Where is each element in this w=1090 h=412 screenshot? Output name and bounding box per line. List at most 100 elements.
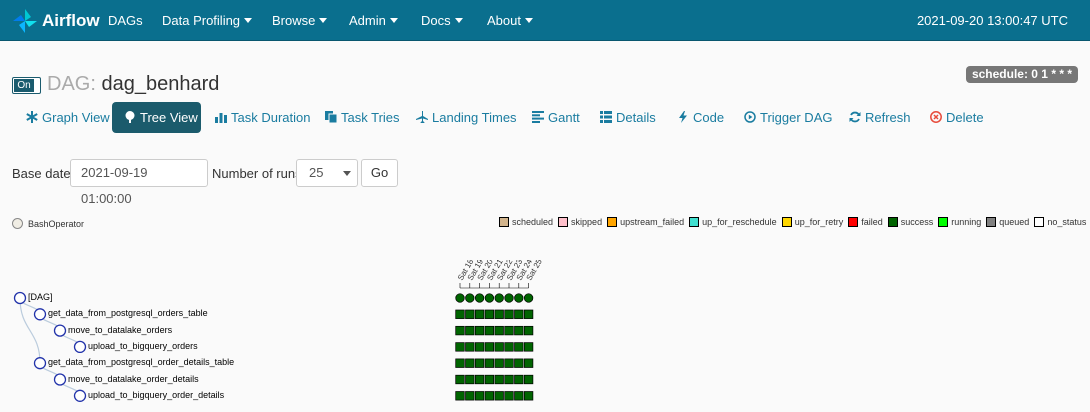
- task-instance-status[interactable]: [514, 342, 524, 352]
- number-of-runs-select[interactable]: 25: [296, 159, 358, 187]
- task-instance-status[interactable]: [484, 342, 495, 352]
- tree-node[interactable]: [73, 340, 87, 354]
- task-instance-status[interactable]: [494, 342, 504, 352]
- task-instance-status[interactable]: [494, 325, 504, 336]
- task-instance-status[interactable]: [494, 358, 504, 368]
- task-instance-status[interactable]: [484, 358, 495, 368]
- code-button[interactable]: Code: [665, 102, 736, 133]
- legend-swatch: [781, 217, 792, 227]
- task-instance-status[interactable]: [455, 309, 465, 319]
- tree-node[interactable]: [13, 291, 27, 305]
- task-instance-status[interactable]: [455, 342, 465, 352]
- tree-node[interactable]: [33, 308, 47, 321]
- task-instance-status[interactable]: [474, 374, 485, 385]
- task-duration-button[interactable]: Task Duration: [203, 102, 322, 133]
- task-instance-status[interactable]: [474, 325, 485, 336]
- task-instance-status[interactable]: [494, 391, 504, 401]
- dag-run-status[interactable]: [504, 293, 514, 303]
- chevron-down-icon: [244, 18, 253, 23]
- task-instance-status[interactable]: [455, 391, 465, 401]
- legend-label: up_for_reschedule: [702, 217, 777, 227]
- nav-docs[interactable]: Docs: [421, 13, 463, 28]
- task-instance-status[interactable]: [504, 342, 514, 352]
- task-instance-status[interactable]: [504, 309, 514, 319]
- chevron-down-icon: [389, 18, 398, 23]
- utc-clock: 2021-09-20 13:00:47 UTC: [916, 13, 1068, 28]
- task-instance-status[interactable]: [523, 342, 534, 352]
- tree-node[interactable]: [73, 389, 87, 402]
- tree-node-label: move_to_datalake_orders: [68, 324, 173, 335]
- task-duration-label: Task Duration: [231, 110, 311, 125]
- task-instance-status[interactable]: [474, 358, 485, 368]
- task-instance-status[interactable]: [465, 342, 475, 352]
- task-instance-status[interactable]: [474, 342, 485, 352]
- task-tries-button[interactable]: Task Tries: [313, 102, 412, 133]
- task-instance-status[interactable]: [514, 391, 524, 401]
- tree-node-label: upload_to_bigquery_orders: [88, 340, 198, 351]
- task-instance-status[interactable]: [514, 325, 524, 336]
- gantt-label: Gantt: [548, 110, 580, 125]
- task-instance-status[interactable]: [465, 325, 475, 336]
- task-instance-status[interactable]: [484, 391, 495, 401]
- dag-run-status[interactable]: [494, 293, 504, 303]
- task-instance-status[interactable]: [504, 325, 514, 336]
- task-instance-status[interactable]: [504, 358, 514, 368]
- task-instance-status[interactable]: [484, 325, 495, 336]
- go-button[interactable]: Go: [361, 159, 398, 187]
- task-instance-status[interactable]: [504, 391, 514, 401]
- task-instance-status[interactable]: [465, 358, 475, 368]
- task-instance-status[interactable]: [474, 391, 485, 401]
- legend-skipped: skipped: [558, 217, 602, 227]
- task-instance-status[interactable]: [494, 309, 504, 319]
- nav-dags[interactable]: DAGs: [108, 13, 143, 28]
- landing-times-button[interactable]: Landing Times: [404, 102, 529, 133]
- dag-run-status[interactable]: [474, 293, 485, 303]
- dag-run-status[interactable]: [523, 293, 534, 303]
- tree-node[interactable]: [53, 324, 67, 337]
- trigger-dag-button[interactable]: Trigger DAG: [732, 102, 844, 133]
- task-instance-status[interactable]: [504, 374, 514, 385]
- task-instance-status[interactable]: [455, 325, 465, 336]
- task-instance-status[interactable]: [484, 309, 495, 319]
- task-instance-status[interactable]: [455, 374, 465, 385]
- legend-up-for-reschedule: up_for_reschedule: [689, 217, 777, 227]
- task-instance-status[interactable]: [523, 358, 534, 368]
- task-instance-status[interactable]: [523, 309, 534, 319]
- task-instance-status[interactable]: [465, 374, 475, 385]
- state-legend: scheduled skipped upstream_failed up_for…: [499, 217, 1090, 227]
- dag-run-status[interactable]: [484, 293, 495, 303]
- dag-run-status[interactable]: [514, 293, 524, 303]
- legend-failed: failed: [848, 217, 883, 227]
- task-instance-status[interactable]: [465, 309, 475, 319]
- dag-pause-toggle[interactable]: On: [12, 77, 41, 94]
- task-instance-status[interactable]: [514, 309, 524, 319]
- nav-browse[interactable]: Browse: [272, 13, 328, 28]
- task-instance-status[interactable]: [523, 325, 534, 336]
- task-instance-status[interactable]: [455, 358, 465, 368]
- task-instance-status[interactable]: [474, 309, 485, 319]
- nav-about-label: About: [487, 13, 521, 28]
- task-instance-status[interactable]: [494, 374, 504, 385]
- tree-node[interactable]: [33, 357, 47, 370]
- task-instance-status[interactable]: [514, 358, 524, 368]
- nav-admin[interactable]: Admin: [349, 13, 398, 28]
- delete-button[interactable]: Delete: [918, 102, 996, 133]
- gantt-button[interactable]: Gantt: [520, 102, 592, 133]
- task-instance-status[interactable]: [523, 391, 534, 401]
- tree-view-button[interactable]: Tree View: [112, 102, 201, 133]
- dag-run-status[interactable]: [455, 293, 465, 303]
- nav-data-profiling[interactable]: Data Profiling: [162, 13, 253, 28]
- base-date-input[interactable]: 2021-09-19 01:00:00: [70, 159, 208, 206]
- brand-logo[interactable]: Airflow: [12, 7, 100, 35]
- task-instance-status[interactable]: [484, 374, 495, 385]
- task-instance-status[interactable]: [514, 374, 524, 385]
- details-button[interactable]: Details: [588, 102, 668, 133]
- tree-node[interactable]: [53, 373, 67, 386]
- nav-about[interactable]: About: [487, 13, 533, 28]
- refresh-button[interactable]: Refresh: [837, 102, 923, 133]
- graph-view-button[interactable]: Graph View: [14, 102, 122, 133]
- legend-running: running: [938, 217, 981, 227]
- task-instance-status[interactable]: [465, 391, 475, 401]
- dag-run-status[interactable]: [465, 293, 475, 303]
- task-instance-status[interactable]: [523, 374, 534, 385]
